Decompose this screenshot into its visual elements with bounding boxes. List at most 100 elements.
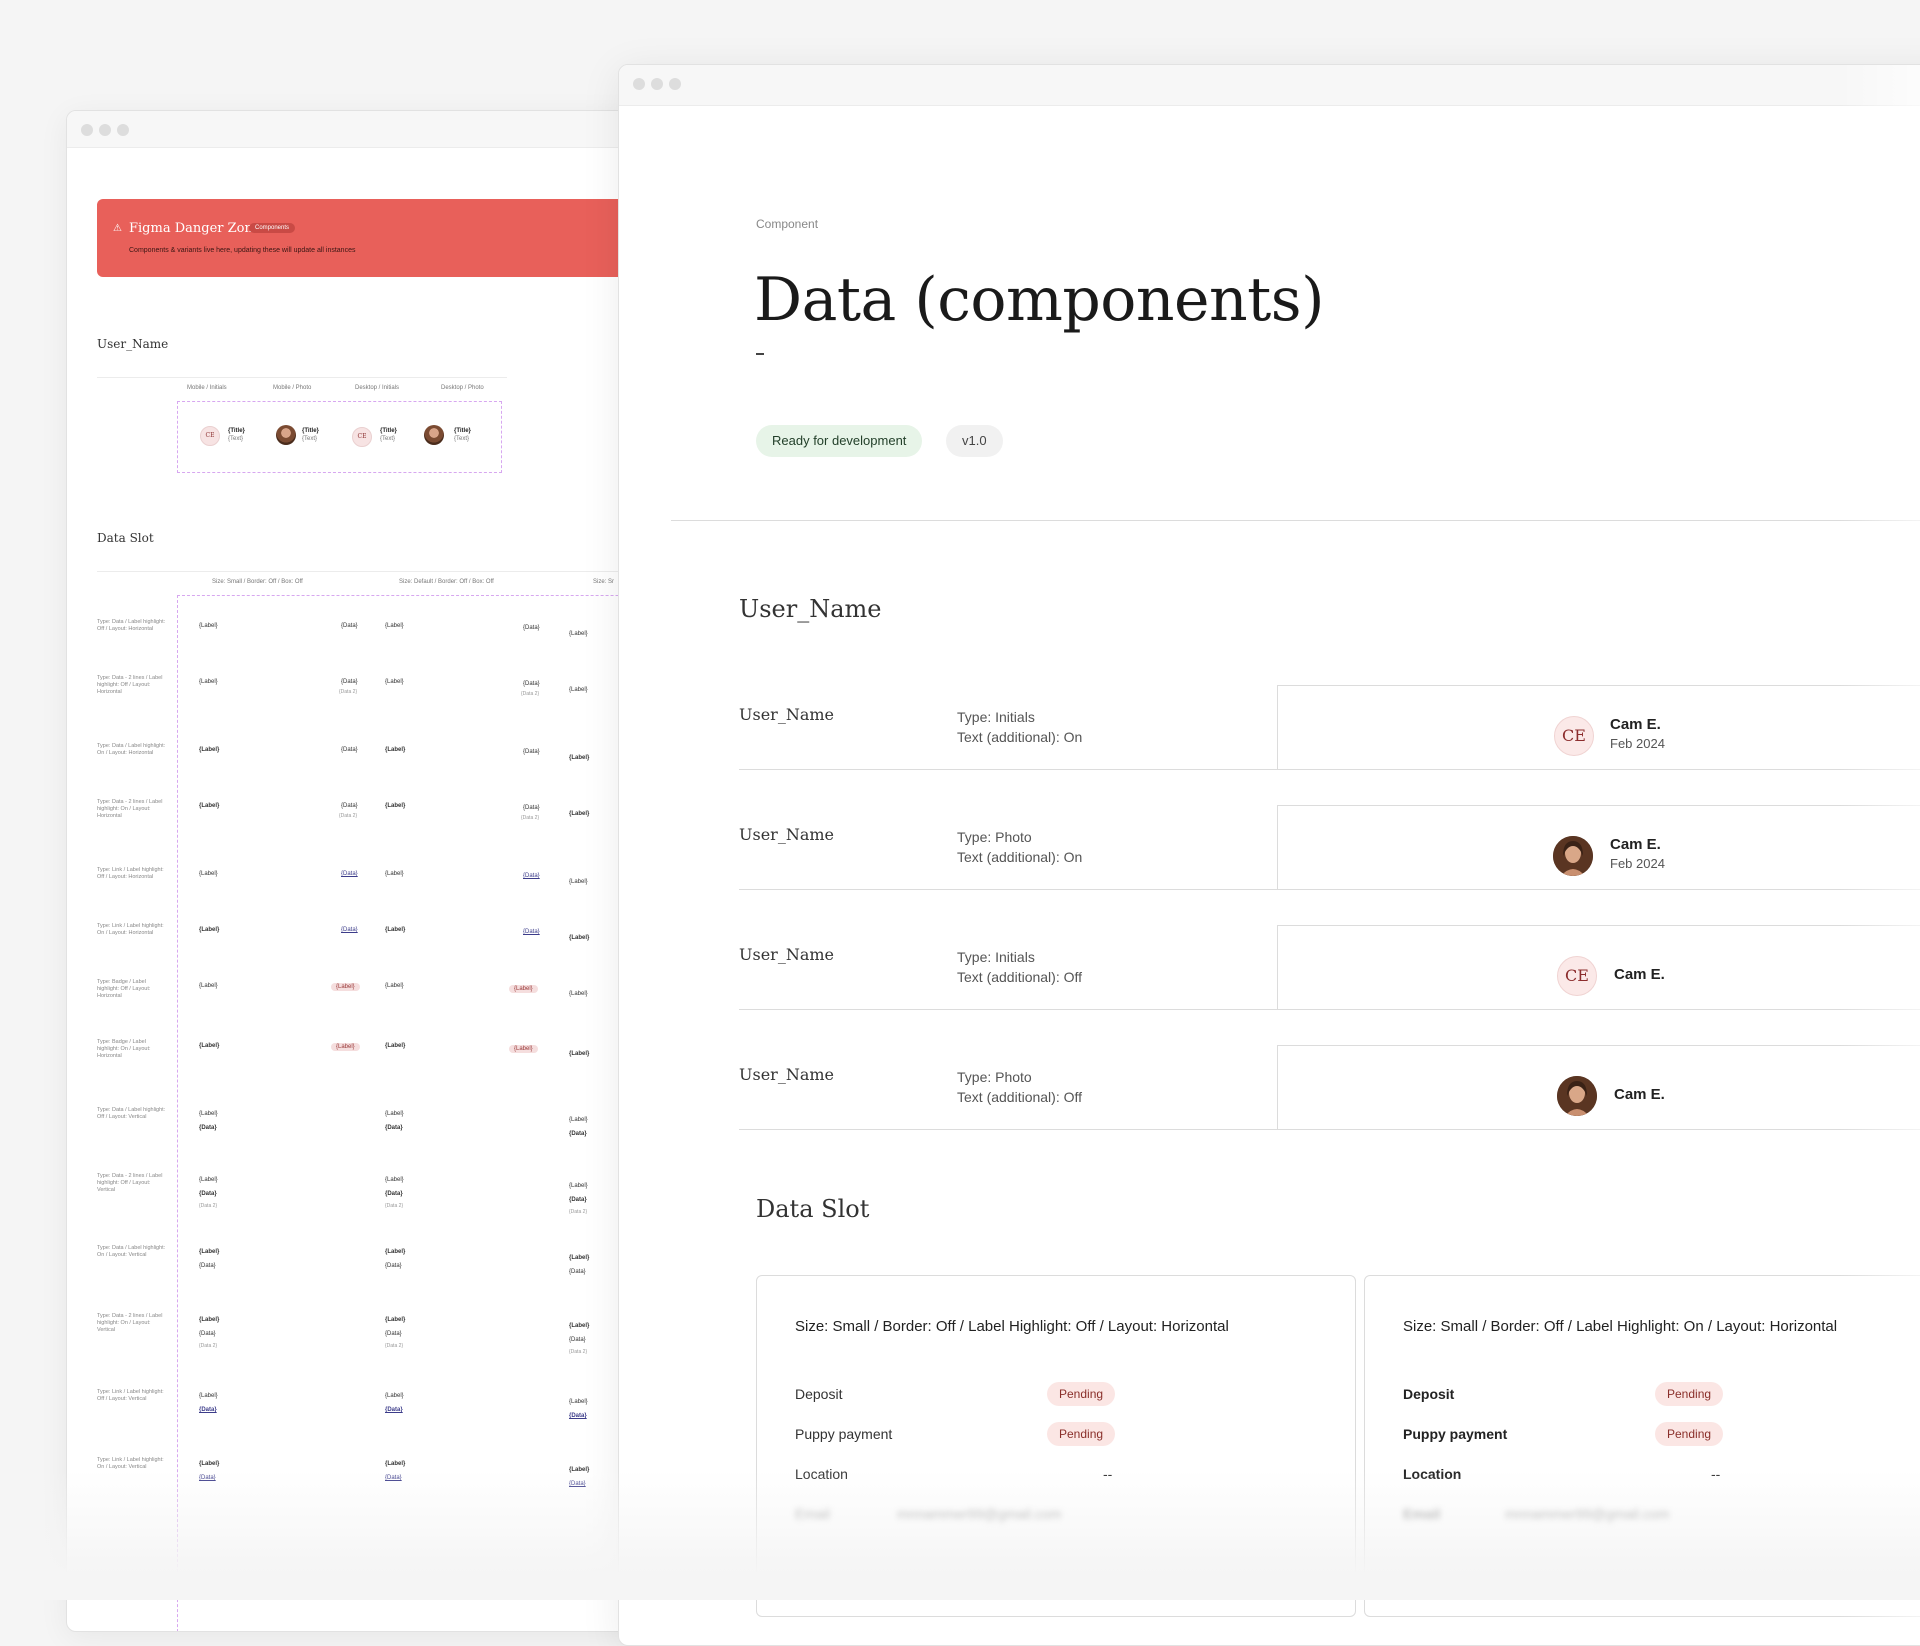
data-label: Location	[795, 1466, 848, 1482]
slot-value: {Data}	[569, 1481, 586, 1487]
slot-label: {Label}	[385, 1393, 404, 1399]
slot-label: {Label}	[199, 983, 218, 989]
data-slot-card[interactable]: Size: Small / Border: Off / Label Highli…	[1364, 1275, 1920, 1617]
window-maximize-dot[interactable]	[117, 124, 129, 136]
slot-value: {Data}	[385, 1407, 403, 1413]
mini-title: {Title}	[454, 428, 471, 434]
user-subtext: Feb 2024	[1610, 856, 1665, 871]
component-set-frame[interactable]: CE {Title} {Text} {Title} {Text} CE {Title…	[177, 401, 502, 473]
column-header: Size: Default / Border: Off / Box: Off	[399, 579, 494, 585]
breadcrumb[interactable]: Component	[756, 217, 818, 231]
avatar-photo	[276, 425, 296, 445]
variant-preview[interactable]: CE Cam E. Feb 2024	[1277, 685, 1920, 770]
status-badge: Pending	[1047, 1422, 1116, 1446]
slot-label: {Label}	[385, 747, 406, 753]
slot-label: {Label}	[385, 623, 404, 629]
mini-user-text: {Title} {Text}	[302, 427, 319, 443]
variant-row: User_Name Type: Photo Text (additional): …	[739, 1029, 1920, 1130]
variant-name: User_Name	[739, 825, 834, 844]
page-title: Data (components)	[754, 265, 1325, 335]
slot-label: {Label}	[199, 1111, 218, 1117]
avatar-initials: CE	[200, 426, 220, 446]
danger-zone-banner: ⚠ Figma Danger Zone Components Component…	[97, 199, 667, 277]
slot-label: {Label}	[199, 871, 218, 877]
slot-label: {Label}	[199, 747, 220, 753]
slot-value-2: {Data 2}	[199, 1343, 218, 1349]
variant-row-label: Type: Data / Label highlight: Off / Layo…	[97, 1107, 166, 1120]
slot-value: {Data}	[385, 1263, 402, 1269]
data-value: mnnammer99@gmail.com	[897, 1506, 1062, 1522]
variant-row-label: Type: Data - 2 lines / Label highlight: …	[97, 799, 163, 819]
slot-value: {Data}	[199, 1475, 216, 1481]
avatar-photo	[1557, 1076, 1597, 1116]
variant-row: User_Name Type: Initials Text (additional…	[739, 669, 1920, 770]
slot-value: {Data}	[385, 1475, 402, 1481]
mini-text: {Text}	[228, 436, 244, 442]
slot-value: {Data}	[523, 749, 540, 755]
slot-value: {Data}	[385, 1331, 402, 1337]
divider	[97, 571, 177, 572]
slot-value: {Data}	[569, 1197, 587, 1203]
prop-text: Text (additional): On	[957, 849, 1083, 865]
slot-value: {Data}	[199, 1407, 217, 1413]
prop-type: Type: Photo	[957, 829, 1032, 845]
divider	[97, 377, 177, 378]
slot-value: {Data}	[569, 1337, 586, 1343]
variant-props: Type: Initials Text (additional): Off	[957, 947, 1082, 987]
data-value: --	[1711, 1466, 1721, 1482]
slot-label: {Label}	[385, 1249, 406, 1255]
slot-label: {Label}	[569, 811, 590, 817]
window-close-dot[interactable]	[633, 78, 645, 90]
variant-name: User_Name	[739, 705, 834, 724]
user-name: Cam E.	[1610, 836, 1661, 853]
mini-user-text: {Title} {Text}	[228, 427, 245, 443]
data-label: Deposit	[795, 1386, 843, 1402]
data-label: Deposit	[1403, 1386, 1455, 1402]
mini-user-text: {Title} {Text}	[380, 427, 397, 443]
slot-value: {Data}	[341, 679, 358, 685]
variant-row-label: Type: Link / Label highlight: Off / Layo…	[97, 867, 164, 880]
avatar-photo	[424, 425, 444, 445]
data-slot-card[interactable]: Size: Small / Border: Off / Label Highli…	[756, 1275, 1356, 1617]
version-badge: v1.0	[946, 425, 1003, 457]
variant-row-label: Type: Data - 2 lines / Label highlight: …	[97, 675, 163, 695]
slot-label: {Label}	[569, 631, 588, 637]
slot-value: {Data}	[523, 681, 540, 687]
variant-preview[interactable]: Cam E. Feb 2024	[1277, 805, 1920, 890]
window-minimize-dot[interactable]	[99, 124, 111, 136]
slot-label: {Label}	[199, 1249, 220, 1255]
data-value: --	[1103, 1466, 1113, 1482]
window-close-dot[interactable]	[81, 124, 93, 136]
person-photo-icon	[1553, 836, 1593, 876]
component-set-frame[interactable]	[177, 595, 667, 1631]
slot-value: {Data}	[341, 803, 358, 809]
slot-value: {Data}	[385, 1191, 403, 1197]
slot-value: {Data}	[569, 1269, 586, 1275]
variant-preview[interactable]: Cam E.	[1277, 1045, 1920, 1130]
mini-title: {Title}	[228, 428, 245, 434]
divider	[177, 377, 507, 378]
slot-label: {Label}	[569, 1323, 590, 1329]
data-label: Email	[795, 1506, 831, 1522]
section-title-user-name: User_Name	[739, 595, 882, 623]
variant-name: User_Name	[739, 945, 834, 964]
slot-label: {Label}	[385, 927, 406, 933]
slot-value: {Data}	[199, 1191, 217, 1197]
window-minimize-dot[interactable]	[651, 78, 663, 90]
slot-value: {Data}	[523, 929, 540, 935]
data-value: mnnammer99@gmail.com	[1505, 1506, 1670, 1522]
variant-row-label: Type: Data / Label highlight: Off / Layo…	[97, 619, 166, 632]
slot-value-2: {Data 2}	[199, 1203, 218, 1209]
section-title-user-name: User_Name	[97, 337, 169, 351]
prop-type: Type: Initials	[957, 949, 1035, 965]
slot-value-2: {Data 2}	[385, 1203, 404, 1209]
variant-preview[interactable]: CE Cam E.	[1277, 925, 1920, 1010]
slot-label: {Label}	[569, 687, 588, 693]
variant-row: User_Name Type: Photo Text (additional): …	[739, 789, 1920, 890]
slot-value: {Data}	[199, 1331, 216, 1337]
window-maximize-dot[interactable]	[669, 78, 681, 90]
card-title: Size: Small / Border: Off / Label Highli…	[795, 1318, 1229, 1335]
variant-row-label: Type: Data / Label highlight: On / Layou…	[97, 1245, 166, 1258]
mini-text: {Text}	[380, 436, 396, 442]
slot-label: {Label}	[385, 679, 404, 685]
